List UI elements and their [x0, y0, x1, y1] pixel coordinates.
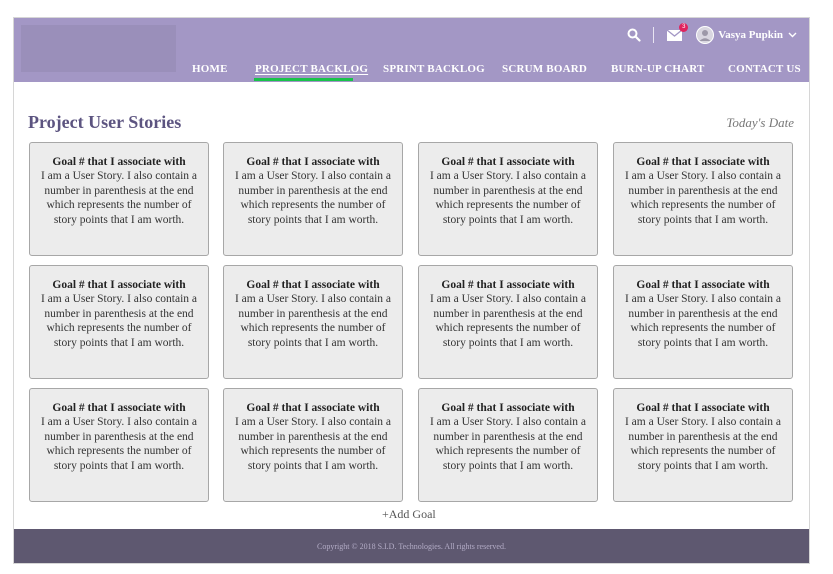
story-title: Goal # that I associate with	[636, 279, 770, 291]
search-icon[interactable]	[627, 28, 641, 42]
avatar[interactable]	[696, 26, 715, 44]
date-label: Today's Date	[726, 115, 794, 130]
story-title: Goal # that I associate with	[441, 402, 575, 414]
chevron-down-icon[interactable]	[788, 32, 797, 38]
story-card[interactable]: Goal # that I associate with I am a User …	[418, 265, 598, 379]
story-title: Goal # that I associate with	[246, 402, 380, 414]
story-body: I am a User Story. I also contain a numb…	[429, 170, 587, 226]
story-body: I am a User Story. I also contain a numb…	[40, 170, 198, 226]
story-body: I am a User Story. I also contain a numb…	[234, 293, 392, 349]
nav-contact-us[interactable]: CONTACT US	[728, 63, 801, 75]
nav-sprint-backlog[interactable]: SPRINT BACKLOG	[383, 63, 485, 75]
nav-scrum-board[interactable]: SCRUM BOARD	[502, 63, 587, 75]
story-title: Goal # that I associate with	[52, 156, 186, 168]
story-title: Goal # that I associate with	[441, 156, 575, 168]
nav-home[interactable]: HOME	[192, 63, 228, 75]
story-card[interactable]: Goal # that I associate with I am a User …	[29, 142, 209, 256]
story-title: Goal # that I associate with	[52, 279, 186, 291]
user-toolbar: 3 Vasya Pupkin	[627, 23, 797, 44]
story-card[interactable]: Goal # that I associate with I am a User …	[29, 265, 209, 379]
story-body: I am a User Story. I also contain a numb…	[40, 293, 198, 349]
add-goal-button[interactable]: +Add Goal	[382, 507, 436, 522]
app-frame: 3 Vasya Pupkin HOME PROJECT BACKLOG SPRI…	[13, 17, 810, 564]
story-title: Goal # that I associate with	[636, 402, 770, 414]
story-body: I am a User Story. I also contain a numb…	[624, 416, 782, 472]
story-card[interactable]: Goal # that I associate with I am a User …	[613, 265, 793, 379]
story-body: I am a User Story. I also contain a numb…	[234, 416, 392, 472]
page-title: Project User Stories	[28, 112, 182, 132]
story-body: I am a User Story. I also contain a numb…	[40, 416, 198, 472]
story-card[interactable]: Goal # that I associate with I am a User …	[613, 142, 793, 256]
story-card[interactable]: Goal # that I associate with I am a User …	[223, 265, 403, 379]
story-card[interactable]: Goal # that I associate with I am a User …	[223, 388, 403, 502]
story-body: I am a User Story. I also contain a numb…	[429, 416, 587, 472]
story-title: Goal # that I associate with	[52, 402, 186, 414]
story-title: Goal # that I associate with	[246, 279, 380, 291]
header: 3 Vasya Pupkin HOME PROJECT BACKLOG SPRI…	[14, 18, 809, 82]
story-card[interactable]: Goal # that I associate with I am a User …	[613, 388, 793, 502]
story-body: I am a User Story. I also contain a numb…	[624, 293, 782, 349]
mail-icon[interactable]: 3	[666, 23, 689, 42]
story-card[interactable]: Goal # that I associate with I am a User …	[418, 388, 598, 502]
story-card[interactable]: Goal # that I associate with I am a User …	[223, 142, 403, 256]
story-body: I am a User Story. I also contain a numb…	[624, 170, 782, 226]
story-title: Goal # that I associate with	[636, 156, 770, 168]
mail-badge: 3	[679, 23, 689, 32]
story-body: I am a User Story. I also contain a numb…	[429, 293, 587, 349]
nav-burn-up-chart[interactable]: BURN-UP CHART	[611, 63, 705, 75]
story-body: I am a User Story. I also contain a numb…	[234, 170, 392, 226]
story-card[interactable]: Goal # that I associate with I am a User …	[418, 142, 598, 256]
toolbar-divider	[653, 27, 655, 43]
main-nav: HOME PROJECT BACKLOG SPRINT BACKLOG SCRU…	[14, 63, 809, 79]
story-title: Goal # that I associate with	[246, 156, 380, 168]
user-name[interactable]: Vasya Pupkin	[718, 29, 783, 41]
story-title: Goal # that I associate with	[441, 279, 575, 291]
footer: Copyright © 2018 S.I.D. Technologies. Al…	[14, 529, 809, 563]
copyright-text: Copyright © 2018 S.I.D. Technologies. Al…	[317, 541, 506, 551]
story-card[interactable]: Goal # that I associate with I am a User …	[29, 388, 209, 502]
nav-project-backlog[interactable]: PROJECT BACKLOG	[255, 63, 368, 75]
active-nav-indicator	[254, 78, 353, 81]
